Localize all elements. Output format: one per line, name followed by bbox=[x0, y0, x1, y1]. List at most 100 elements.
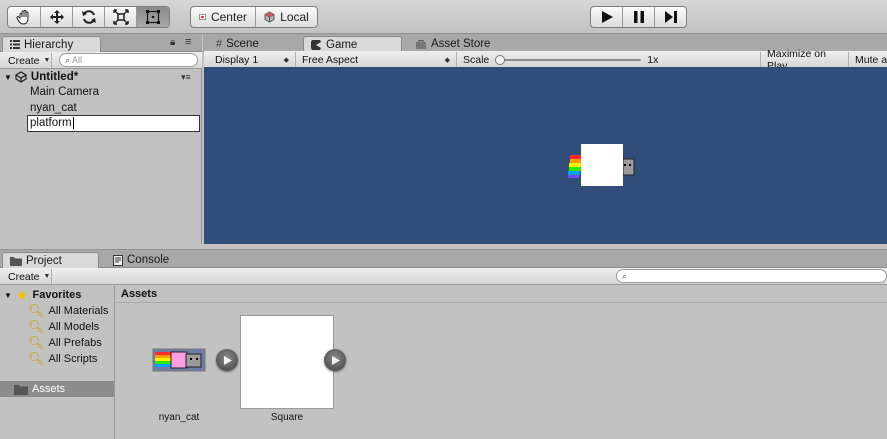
pivot-local-button[interactable]: Local bbox=[256, 7, 317, 27]
play-icon bbox=[601, 11, 613, 23]
grid-icon: # bbox=[216, 38, 223, 50]
favorite-label: All Materials bbox=[48, 305, 109, 317]
search-folder-icon: 🔍︎ bbox=[28, 335, 45, 350]
aspect-label: Free Aspect bbox=[302, 53, 359, 66]
scale-label: Scale bbox=[463, 53, 490, 66]
asset-square[interactable] bbox=[240, 315, 334, 409]
rotate-tool-button[interactable] bbox=[73, 7, 105, 27]
caret-down-icon: ▼ bbox=[43, 57, 51, 64]
text-caret bbox=[72, 117, 74, 129]
scale-slider[interactable] bbox=[495, 54, 642, 65]
scale-icon bbox=[112, 9, 129, 25]
scale-slider-track bbox=[495, 58, 642, 61]
tab-project-label: Project bbox=[26, 254, 62, 267]
mute-label: Mute aud bbox=[855, 53, 887, 66]
tab-asset-store[interactable]: Asset Store bbox=[408, 36, 497, 52]
favorite-label: All Prefabs bbox=[48, 337, 102, 349]
assets-folder-item[interactable]: Assets bbox=[0, 381, 114, 397]
tab-asset-store-label: Asset Store bbox=[431, 38, 491, 50]
hierarchy-item-main-camera[interactable]: Main Camera bbox=[0, 84, 99, 100]
asset-label: Square bbox=[270, 412, 304, 423]
hierarchy-item-label: nyan_cat bbox=[30, 102, 77, 114]
tab-hierarchy[interactable]: Hierarchy bbox=[2, 36, 101, 52]
favorites-label: Favorites bbox=[32, 289, 82, 301]
step-button[interactable] bbox=[655, 7, 686, 27]
shopping-bag-icon bbox=[416, 40, 426, 49]
game-toolbar: Display 1 ◆ Free Aspect ◆ Scale 1x Maxim… bbox=[204, 48, 887, 72]
hierarchy-create-dropdown[interactable]: Create ▼ bbox=[2, 53, 52, 68]
search-folder-icon: 🔍︎ bbox=[28, 319, 45, 334]
project-create-dropdown[interactable]: Create ▼ bbox=[2, 269, 52, 284]
tab-scene[interactable]: # Scene bbox=[209, 36, 266, 52]
project-toolbar: Create ▼ ⌕ bbox=[0, 268, 887, 285]
expand-subassets-icon[interactable] bbox=[216, 349, 238, 371]
mute-audio-toggle[interactable]: Mute aud bbox=[849, 52, 887, 67]
transform-tools bbox=[7, 6, 170, 28]
rename-input[interactable]: platform bbox=[27, 115, 200, 132]
hierarchy-item-label: Main Camera bbox=[30, 86, 100, 98]
project-sidebar: ▼ ★ Favorites 🔍︎ All Materials 🔍︎ All Mo… bbox=[0, 286, 115, 439]
bottom-tabbar: Project Console bbox=[0, 250, 887, 268]
play-icon bbox=[331, 355, 340, 365]
unity-scene-icon bbox=[15, 71, 27, 83]
asset-nyan-cat[interactable] bbox=[150, 347, 206, 376]
main-toolbar: Center Local bbox=[0, 0, 887, 34]
expand-subassets-icon[interactable] bbox=[324, 349, 346, 371]
maximize-on-play-toggle[interactable]: Maximize on Play bbox=[761, 48, 849, 72]
hand-icon bbox=[16, 10, 29, 25]
favorite-all-materials[interactable]: 🔍︎ All Materials bbox=[28, 303, 108, 319]
updown-caret-icon: ◆ bbox=[444, 56, 450, 64]
scene-options-icon[interactable]: ▾≡ bbox=[181, 72, 191, 83]
lock-icon[interactable]: 🔒︎ bbox=[170, 37, 175, 48]
updown-caret-icon: ◆ bbox=[283, 56, 289, 64]
tab-project[interactable]: Project bbox=[2, 252, 99, 268]
assets-folder-label: Assets bbox=[32, 383, 66, 395]
tab-scene-label: Scene bbox=[226, 38, 259, 50]
breadcrumb-assets[interactable]: Assets bbox=[121, 288, 157, 300]
favorites-header[interactable]: ▼ ★ Favorites bbox=[4, 287, 81, 303]
tab-console[interactable]: Console bbox=[106, 252, 176, 268]
folder-icon bbox=[10, 256, 22, 266]
pause-icon bbox=[633, 11, 644, 23]
hierarchy-tabbar: Hierarchy 🔒︎ ≡ bbox=[0, 34, 202, 52]
move-tool-button[interactable] bbox=[41, 7, 73, 27]
pivot-center-label: Center bbox=[210, 10, 247, 24]
pause-button[interactable] bbox=[623, 7, 655, 27]
favorite-all-prefabs[interactable]: 🔍︎ All Prefabs bbox=[28, 335, 102, 351]
scale-tool-button[interactable] bbox=[105, 7, 137, 27]
pivot-toggles: Center Local bbox=[190, 6, 318, 28]
caret-down-icon: ▼ bbox=[43, 273, 51, 280]
favorite-label: All Models bbox=[48, 321, 100, 333]
scene-root-row[interactable]: ▼ Untitled* ▾≡ bbox=[0, 69, 202, 85]
panel-menu-icon[interactable]: ≡ bbox=[185, 36, 191, 48]
game-viewport[interactable] bbox=[204, 67, 887, 244]
project-create-label: Create bbox=[8, 270, 40, 283]
folder-icon bbox=[14, 384, 28, 395]
aspect-dropdown[interactable]: Free Aspect ◆ bbox=[296, 52, 457, 67]
tab-hierarchy-label: Hierarchy bbox=[24, 38, 74, 51]
rotate-icon bbox=[81, 10, 96, 24]
project-search-input[interactable]: ⌕ bbox=[616, 269, 887, 283]
pivot-center-button[interactable]: Center bbox=[191, 7, 256, 27]
scene-name: Untitled* bbox=[30, 71, 79, 83]
favorite-all-models[interactable]: 🔍︎ All Models bbox=[28, 319, 99, 335]
hierarchy-item-nyan-cat[interactable]: nyan_cat bbox=[0, 100, 77, 116]
tab-game-label: Game bbox=[326, 38, 358, 51]
search-folder-icon: 🔍︎ bbox=[28, 303, 45, 318]
expand-triangle-icon[interactable]: ▼ bbox=[4, 73, 12, 82]
console-icon bbox=[113, 254, 123, 266]
display-dropdown[interactable]: Display 1 ◆ bbox=[209, 52, 296, 67]
rect-tool-button[interactable] bbox=[137, 7, 169, 27]
hierarchy-search-input[interactable]: ⌕ All bbox=[59, 53, 198, 67]
rename-input-value: platform bbox=[30, 117, 72, 129]
expand-triangle-icon[interactable]: ▼ bbox=[4, 291, 12, 300]
search-icon: ⌕ bbox=[622, 270, 628, 281]
tab-game[interactable]: Game bbox=[303, 36, 402, 52]
scale-slider-thumb[interactable] bbox=[495, 54, 506, 65]
local-cube-icon bbox=[264, 11, 275, 23]
favorite-all-scripts[interactable]: 🔍︎ All Scripts bbox=[28, 351, 97, 367]
pacman-icon bbox=[311, 39, 321, 50]
pivot-center-icon bbox=[199, 14, 206, 20]
play-button[interactable] bbox=[591, 7, 623, 27]
hand-tool-button[interactable] bbox=[8, 7, 41, 27]
